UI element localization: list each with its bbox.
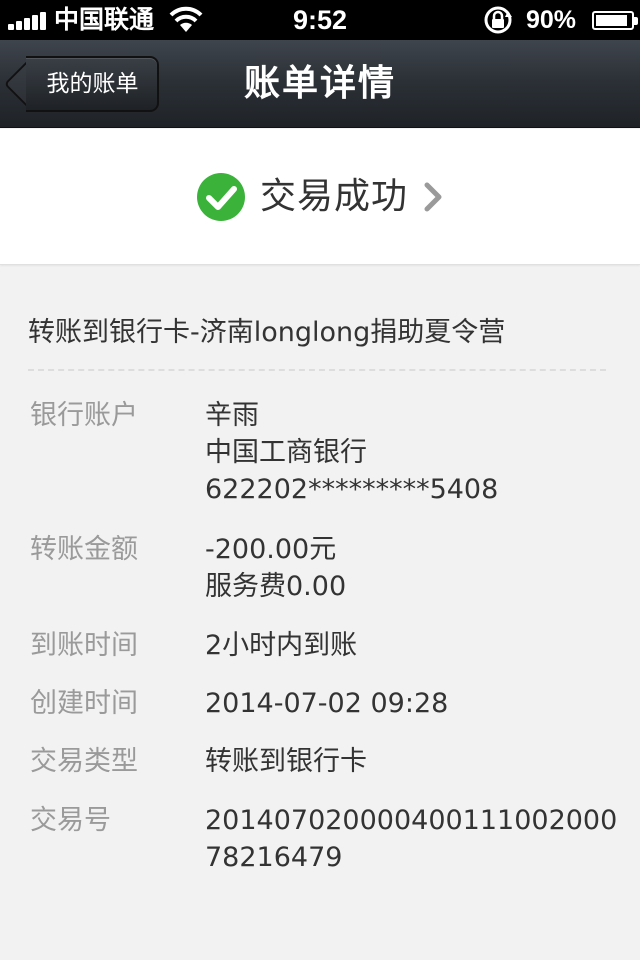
row-value: 2014-07-02 09:28 — [205, 688, 449, 719]
amount-value: -200.00元 — [205, 534, 337, 565]
transaction-title: 转账到银行卡-济南longlong捐助夏令营 — [28, 317, 506, 348]
chevron-right-icon[interactable] — [422, 181, 444, 213]
row-label: 到账时间 — [30, 630, 138, 661]
check-circle-icon — [196, 173, 245, 221]
row-label: 银行账户 — [30, 400, 138, 431]
trade-number-line-1: 20140702000040011100200​0 — [205, 805, 618, 836]
status-row[interactable]: 交易成功 — [0, 169, 640, 225]
page-title: 账单详情 — [243, 63, 396, 104]
rotation-lock-icon — [484, 6, 512, 34]
status-text: 交易成功 — [259, 176, 408, 217]
row-label: 创建时间 — [30, 688, 138, 719]
status-card[interactable]: 交易成功 — [0, 129, 640, 265]
account-holder-name: 辛雨 — [205, 400, 259, 431]
service-fee: 服务费0.00 — [205, 571, 347, 602]
row-value: 转账到银行卡 — [205, 746, 367, 777]
row-value: 2小时内到账 — [205, 630, 358, 661]
row-label: 转账金额 — [30, 534, 138, 565]
dashed-divider — [28, 369, 606, 371]
row-value: 辛雨 中国工商银行 622202*********5408 — [205, 397, 625, 508]
screen: 中国联通 9:52 90% 我的账单 账单详情 交易成功 转账到银行卡-济南lo… — [0, 0, 640, 960]
bank-name: 中国工商银行 — [205, 437, 367, 468]
nav-bar: 我的账单 账单详情 — [0, 40, 640, 128]
trade-number-line-2: 78216479 — [205, 842, 343, 873]
row-label: 交易号 — [30, 805, 111, 836]
card-number: 622202*********5408 — [205, 474, 499, 505]
battery-percent: 90% — [526, 6, 577, 34]
row-value: 20140702000040011100200​0 78216479 — [205, 802, 625, 876]
status-bar: 中国联通 9:52 90% — [0, 0, 640, 40]
row-value: -200.00元 服务费0.00 — [205, 531, 625, 605]
battery-icon — [592, 11, 638, 30]
row-label: 交易类型 — [30, 746, 138, 777]
